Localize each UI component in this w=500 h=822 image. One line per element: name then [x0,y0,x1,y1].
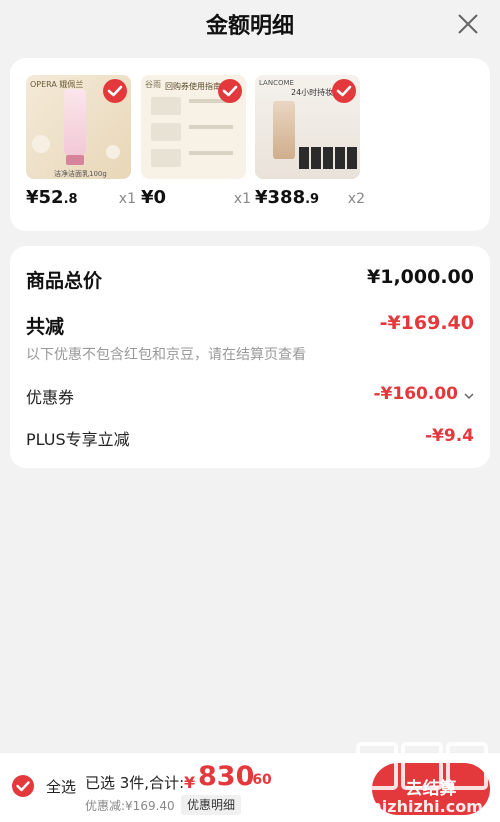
select-all-label[interactable]: 全选 [46,776,76,797]
checkout-button[interactable]: 去结算 [372,763,490,815]
product-image: LANCOME 24小时持妆原生 [255,75,360,179]
product-quantity: x1 [118,191,136,207]
page-title: 金额明细 [205,14,294,39]
reduce-label: 共减 [26,316,65,338]
product-item[interactable]: 谷雨 回购券使用指南 ¥0 x1 [141,75,251,213]
checked-icon[interactable] [103,79,127,103]
checked-icon[interactable] [332,79,356,103]
product-item[interactable]: LANCOME 24小时持妆原生 ¥388.9 x2 [255,75,365,213]
total-row: 商品总价 ¥1,000.00 [26,266,474,294]
plus-value: -¥9.4 [425,426,474,446]
product-caption: 回购券使用指南 [165,82,221,91]
product-price: ¥52.8 [26,187,78,208]
checked-icon[interactable] [218,79,242,103]
close-icon[interactable] [456,12,480,36]
product-brand: LANCOME [259,79,294,87]
note-row: 以下优惠不包含红包和京豆，请在结算页查看 [26,344,474,364]
reduce-value: -¥169.40 [379,312,474,334]
product-brand: 谷雨 [145,80,161,89]
product-image: 谷雨 回购券使用指南 [141,75,246,179]
coupon-label: 优惠券 [26,388,75,407]
discount-detail-button[interactable]: 优惠明细 [181,795,242,815]
product-quantity: x2 [347,191,365,207]
price-summary: 商品总价 ¥1,000.00 共减 -¥169.40 以下优惠不包含红包和京豆，… [10,246,490,468]
chevron-down-icon[interactable] [464,392,474,400]
select-all-checkbox-icon[interactable] [12,775,34,797]
coupon-row[interactable]: 优惠券 -¥160.00 [26,384,474,408]
total-currency: ¥ [184,773,196,792]
product-caption: 洁净洁面乳100g [54,170,107,178]
discount-summary: 优惠减:¥169.40 [85,799,175,813]
product-list: OPERA 娥佩兰 洁净洁面乳100g ¥52.8 x1 谷雨 回购券使用指南 [10,58,490,231]
total-amount: 830 [198,761,255,792]
total-label: 商品总价 [26,270,103,292]
product-price: ¥0 [141,187,167,208]
total-value: ¥1,000.00 [367,266,474,288]
plus-row: PLUS专享立减 -¥9.4 [26,426,474,450]
selected-count: 已选 3件,合计: [85,774,185,792]
product-quantity: x1 [233,191,251,207]
product-price: ¥388.9 [255,187,320,208]
product-item[interactable]: OPERA 娥佩兰 洁净洁面乳100g ¥52.8 x1 [26,75,136,213]
plus-label: PLUS专享立减 [26,430,130,449]
product-image: OPERA 娥佩兰 洁净洁面乳100g [26,75,131,179]
reduce-row: 共减 -¥169.40 [26,312,474,340]
coupon-value: -¥160.00 [373,384,459,404]
discount-note: 以下优惠不包含红包和京豆，请在结算页查看 [26,347,306,363]
checkout-bar: 全选 已选 3件,合计: ¥ 830 .60 优惠减:¥169.40 优惠明细 … [0,752,500,822]
header: 金额明细 [0,0,500,50]
total-amount-decimal: .60 [247,772,272,788]
